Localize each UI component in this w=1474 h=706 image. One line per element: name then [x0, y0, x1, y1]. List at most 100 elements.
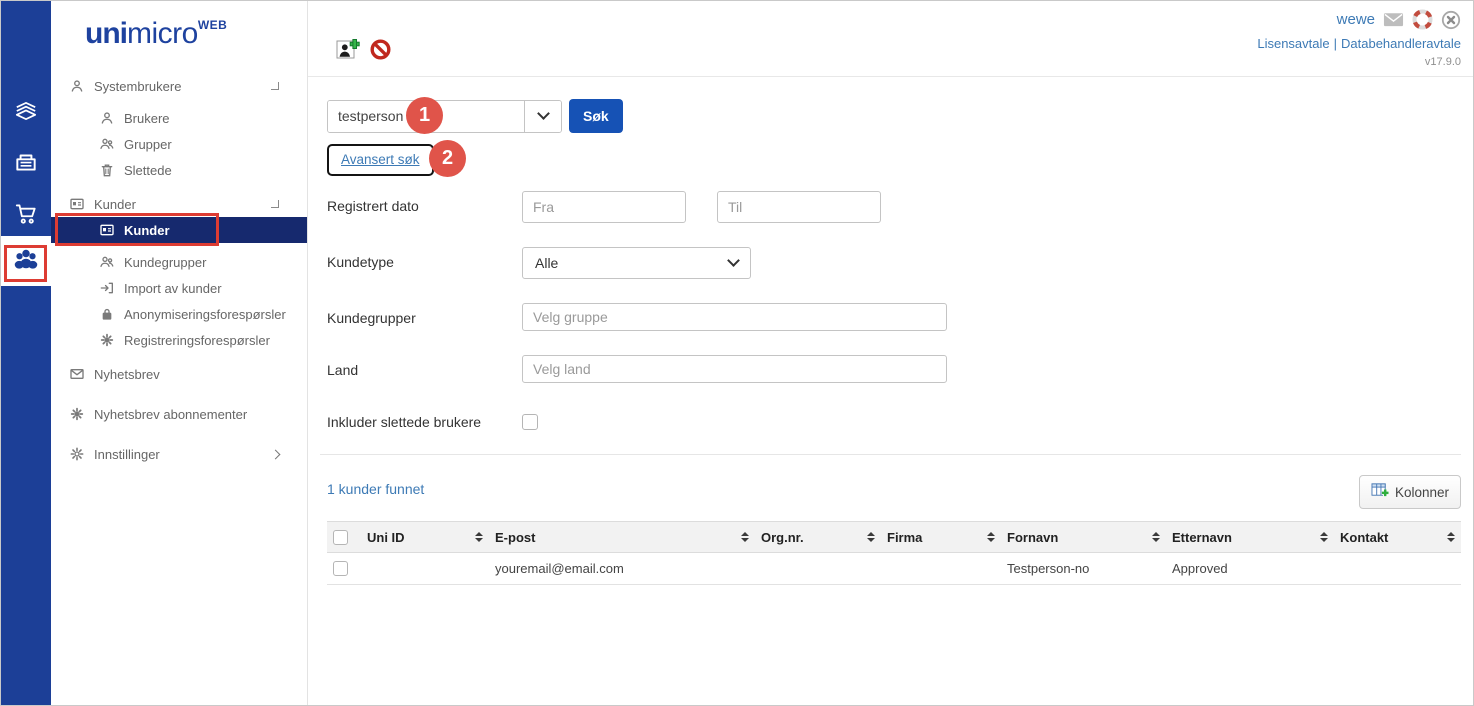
sidebar-item-label: Brukere	[124, 111, 170, 126]
country-field[interactable]	[522, 355, 947, 383]
data-processing-agreement-link[interactable]: Databehandleravtale	[1341, 36, 1461, 51]
cell-etternavn: Approved	[1166, 553, 1334, 585]
account-area: wewe Lise	[1257, 9, 1461, 68]
sidebar-item-systembrukere[interactable]: Systembrukere	[51, 73, 307, 99]
header-label: Etternavn	[1172, 530, 1232, 545]
sort-orgnr[interactable]: Org.nr.	[761, 530, 875, 545]
sort-fornavn[interactable]: Fornavn	[1007, 530, 1160, 545]
advanced-search-link[interactable]: Avansert søk	[341, 152, 420, 167]
customer-groups-field[interactable]	[522, 303, 947, 331]
sidebar: unimicroWEB Systembrukere Brukere	[51, 1, 308, 705]
add-user-button[interactable]	[336, 37, 361, 66]
header-label: E-post	[495, 530, 535, 545]
search-box	[327, 100, 562, 133]
link-separator: |	[1334, 36, 1337, 51]
username-link[interactable]: wewe	[1337, 11, 1375, 28]
idcard-icon	[69, 196, 85, 212]
date-from-field[interactable]	[522, 191, 686, 223]
columns-button-label: Kolonner	[1395, 485, 1449, 500]
block-icon	[369, 38, 392, 66]
customer-type-select[interactable]: Alle	[522, 247, 751, 279]
import-icon	[99, 280, 115, 296]
search-dropdown-toggle[interactable]	[524, 101, 561, 132]
close-icon[interactable]	[1441, 10, 1461, 30]
header-label: Firma	[887, 530, 922, 545]
columns-icon	[1371, 482, 1389, 502]
search-input[interactable]	[328, 101, 524, 132]
sort-etternavn[interactable]: Etternavn	[1172, 530, 1328, 545]
sidebar-item-kunder-parent[interactable]: Kunder	[51, 191, 307, 217]
sidebar-item-innstillinger[interactable]: Innstillinger	[51, 441, 307, 467]
select-all-header	[327, 522, 361, 553]
sort-kontakt[interactable]: Kontakt	[1340, 530, 1455, 545]
header-label: Org.nr.	[761, 530, 804, 545]
sort-epost[interactable]: E-post	[495, 530, 749, 545]
sidebar-item-anonymiseringsforesporsler[interactable]: Anonymiseringsforespørsler	[51, 301, 307, 327]
rail-item-archive[interactable]	[1, 142, 51, 186]
logo-light: micro	[127, 17, 198, 50]
results-bar: 1 kunder funnet Kolonner	[327, 475, 1461, 509]
cart-icon	[13, 200, 39, 231]
sidebar-item-import-av-kunder[interactable]: Import av kunder	[51, 275, 307, 301]
printer-icon	[13, 149, 39, 180]
rail-item-documents[interactable]	[1, 91, 51, 135]
select-all-checkbox[interactable]	[333, 530, 348, 545]
people-icon	[11, 244, 41, 279]
table-row[interactable]: youremail@email.com Testperson-no Approv…	[327, 553, 1461, 585]
sidebar-item-nyhetsbrev-abonnementer[interactable]: Nyhetsbrev abonnementer	[51, 401, 307, 427]
sidebar-item-label: Kunder	[94, 197, 136, 212]
header-etternavn: Etternavn	[1166, 522, 1334, 553]
main-area: wewe Lise	[308, 1, 1473, 705]
sidebar-item-label: Kunder	[124, 223, 170, 238]
sidebar-item-kunder-active[interactable]: Kunder	[51, 217, 307, 243]
rail-item-shop[interactable]	[1, 193, 51, 237]
user-icon	[69, 78, 85, 94]
filter-form: Registrert dato Kundetype Alle Kundegrup…	[327, 191, 1461, 430]
include-deleted-checkbox[interactable]	[522, 414, 538, 430]
chevron-right-icon	[271, 449, 281, 459]
date-to-field[interactable]	[717, 191, 881, 223]
sort-uni-id[interactable]: Uni ID	[367, 530, 483, 545]
papers-icon	[13, 98, 39, 129]
header-orgnr: Org.nr.	[755, 522, 881, 553]
sort-icon	[867, 532, 875, 542]
toolbar	[336, 37, 392, 66]
sort-icon	[987, 532, 995, 542]
sidebar-item-registreringsforesporsler[interactable]: Registreringsforespørsler	[51, 327, 307, 353]
life-ring-icon[interactable]	[1412, 9, 1433, 30]
group-icon	[99, 254, 115, 270]
header-kontakt: Kontakt	[1334, 522, 1461, 553]
results-table: Uni ID E-post Org.nr.	[327, 521, 1461, 585]
sidebar-item-label: Slettede	[124, 163, 172, 178]
sidebar-item-kundegrupper[interactable]: Kundegrupper	[51, 249, 307, 275]
sidebar-item-label: Kundegrupper	[124, 255, 206, 270]
search-button[interactable]: Søk	[569, 99, 623, 133]
customer-type-row: Kundetype Alle	[327, 247, 1461, 279]
cell-uni-id	[361, 553, 489, 585]
envelope-icon[interactable]	[1383, 11, 1404, 28]
license-agreement-link[interactable]: Lisensavtale	[1257, 36, 1329, 51]
sidebar-item-label: Anonymiseringsforespørsler	[124, 307, 286, 322]
results-count: 1 kunder funnet	[327, 475, 424, 497]
registered-date-row: Registrert dato	[327, 191, 1461, 223]
chevron-down-icon	[727, 254, 740, 267]
sidebar-item-brukere[interactable]: Brukere	[51, 105, 307, 131]
country-label: Land	[327, 355, 522, 378]
sidebar-item-grupper[interactable]: Grupper	[51, 131, 307, 157]
advanced-search-row: Avansert søk 2	[327, 143, 1461, 177]
row-checkbox[interactable]	[333, 561, 348, 576]
sidebar-item-nyhetsbrev[interactable]: Nyhetsbrev	[51, 361, 307, 387]
customer-groups-row: Kundegrupper	[327, 303, 1461, 331]
columns-button[interactable]: Kolonner	[1359, 475, 1461, 509]
sidebar-item-label: Nyhetsbrev abonnementer	[94, 407, 247, 422]
sort-firma[interactable]: Firma	[887, 530, 995, 545]
table-header-row: Uni ID E-post Org.nr.	[327, 522, 1461, 553]
header-label: Uni ID	[367, 530, 405, 545]
cell-orgnr	[755, 553, 881, 585]
rail-item-customers[interactable]	[1, 236, 51, 286]
search-row: Søk 1	[327, 99, 1461, 133]
sidebar-item-slettede[interactable]: Slettede	[51, 157, 307, 183]
registered-date-label: Registrert dato	[327, 191, 522, 214]
block-button[interactable]	[369, 38, 392, 66]
annotation-step-2-badge: 2	[429, 140, 466, 177]
